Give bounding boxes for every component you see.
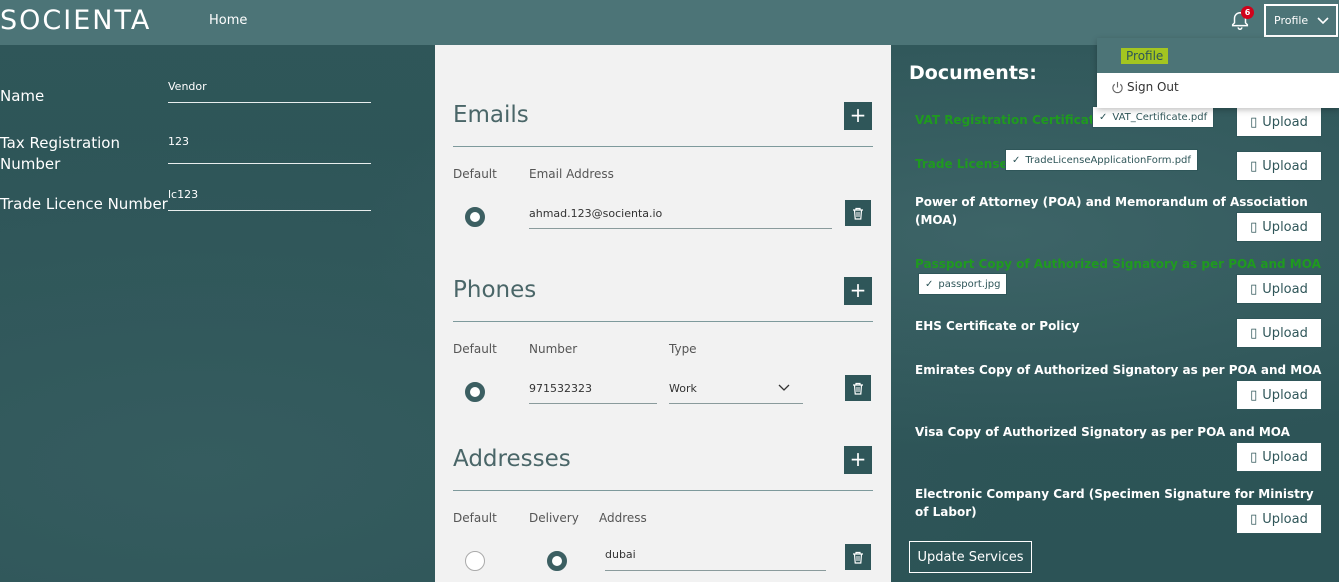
nav-home-link[interactable]: Home: [209, 13, 247, 28]
file-icon: ▯: [1250, 449, 1258, 465]
name-field[interactable]: Vendor: [168, 80, 371, 103]
file-icon: ▯: [1250, 387, 1258, 403]
upload-label: Upload: [1262, 281, 1308, 297]
phone-number-input[interactable]: 971532323: [529, 382, 657, 404]
file-name: TradeLicenseApplicationForm.pdf: [1025, 154, 1191, 166]
file-icon: ▯: [1250, 158, 1258, 174]
uploaded-file-vat[interactable]: ✓ VAT_Certificate.pdf: [1092, 106, 1215, 128]
add-email-button[interactable]: +: [844, 102, 872, 130]
dropdown-profile-label: Profile: [1121, 48, 1169, 64]
phones-title: Phones: [453, 277, 537, 303]
phones-col-type: Type: [669, 342, 697, 356]
trash-icon: [853, 207, 863, 220]
delete-phone-button[interactable]: [845, 375, 871, 401]
upload-passport-button[interactable]: ▯ Upload: [1236, 274, 1322, 304]
addresses-col-default: Default: [453, 511, 497, 525]
upload-visa-button[interactable]: ▯ Upload: [1236, 442, 1322, 472]
file-icon: ▯: [1250, 511, 1258, 527]
email-input[interactable]: ahmad.123@socienta.io: [529, 207, 832, 229]
check-icon: ✓: [925, 278, 934, 290]
tax-registration-label-line2: Number: [0, 155, 61, 173]
upload-ehs-button[interactable]: ▯ Upload: [1236, 318, 1322, 348]
upload-label: Upload: [1262, 114, 1308, 130]
emails-title: Emails: [453, 102, 529, 128]
chevron-down-icon: [1317, 17, 1329, 25]
update-services-button[interactable]: Update Services: [909, 541, 1032, 573]
trash-icon: [853, 551, 863, 564]
name-label: Name: [0, 87, 45, 105]
trade-licence-label: Trade Licence Number: [0, 195, 168, 213]
tax-registration-label-line1: Tax Registration: [0, 134, 120, 152]
chevron-down-icon: [778, 384, 790, 391]
delete-email-button[interactable]: [845, 200, 871, 226]
notification-badge: 6: [1241, 6, 1254, 19]
file-name: VAT_Certificate.pdf: [1112, 111, 1208, 123]
uploaded-file-trade-license[interactable]: ✓ TradeLicenseApplicationForm.pdf: [1005, 149, 1198, 171]
check-icon: ✓: [1099, 111, 1108, 123]
upload-label: Upload: [1262, 158, 1308, 174]
tax-registration-field[interactable]: 123: [168, 135, 371, 164]
addresses-title: Addresses: [453, 446, 571, 472]
phone-type-select[interactable]: Work: [669, 382, 803, 404]
address-default-radio[interactable]: [465, 551, 485, 571]
add-phone-button[interactable]: +: [844, 277, 872, 305]
doc-passport-label: Passport Copy of Authorized Signatory as…: [915, 257, 1321, 271]
file-icon: ▯: [1250, 325, 1258, 341]
address-delivery-radio[interactable]: [547, 551, 567, 571]
divider: [453, 321, 873, 322]
upload-label: Upload: [1262, 325, 1308, 341]
profile-dropdown: Profile Sign Out: [1097, 38, 1339, 108]
delete-address-button[interactable]: [845, 544, 871, 570]
upload-vat-button[interactable]: ▯ Upload: [1236, 107, 1322, 137]
dropdown-item-sign-out[interactable]: Sign Out: [1111, 80, 1179, 94]
check-icon: ✓: [1012, 154, 1021, 166]
power-icon: [1112, 81, 1123, 93]
emails-col-default: Default: [453, 167, 497, 181]
emails-col-email: Email Address: [529, 167, 614, 181]
socienta-logo[interactable]: SOCIENTA: [0, 5, 151, 36]
phones-col-default: Default: [453, 342, 497, 356]
doc-vat-label: VAT Registration Certificate: [915, 113, 1103, 127]
file-icon: ▯: [1250, 219, 1258, 235]
upload-poa-button[interactable]: ▯ Upload: [1236, 212, 1322, 242]
upload-emirates-button[interactable]: ▯ Upload: [1236, 380, 1322, 410]
phone-default-radio[interactable]: [465, 382, 485, 402]
profile-button-label: Profile: [1274, 14, 1309, 27]
address-input[interactable]: dubai: [605, 548, 826, 571]
add-address-button[interactable]: +: [844, 446, 872, 474]
contact-panel: Emails + Default Email Address ahmad.123…: [435, 45, 891, 582]
addresses-col-delivery: Delivery: [529, 511, 579, 525]
addresses-col-address: Address: [599, 511, 647, 525]
sign-out-label: Sign Out: [1127, 80, 1179, 94]
upload-label: Upload: [1262, 219, 1308, 235]
doc-trade-license-label: Trade License: [915, 157, 1008, 171]
divider: [453, 490, 873, 491]
uploaded-file-passport[interactable]: ✓ passport.jpg: [918, 273, 1008, 295]
file-name: passport.jpg: [938, 278, 1001, 290]
upload-company-card-button[interactable]: ▯ Upload: [1236, 504, 1322, 534]
doc-emirates-label: Emirates Copy of Authorized Signatory as…: [915, 363, 1322, 377]
phone-type-value: Work: [669, 382, 697, 395]
upload-trade-license-button[interactable]: ▯ Upload: [1236, 151, 1322, 181]
divider: [453, 146, 873, 147]
trade-licence-field[interactable]: lc123: [168, 188, 371, 211]
profile-menu-button[interactable]: Profile: [1264, 4, 1338, 37]
email-default-radio[interactable]: [465, 207, 485, 227]
trash-icon: [853, 382, 863, 395]
dropdown-item-profile[interactable]: Profile: [1097, 38, 1339, 73]
documents-title: Documents:: [909, 62, 1037, 84]
upload-label: Upload: [1262, 387, 1308, 403]
upload-label: Upload: [1262, 511, 1308, 527]
file-icon: ▯: [1250, 281, 1258, 297]
file-icon: ▯: [1250, 114, 1258, 130]
phones-col-number: Number: [529, 342, 578, 356]
doc-ehs-label: EHS Certificate or Policy: [915, 319, 1080, 333]
doc-visa-label: Visa Copy of Authorized Signatory as per…: [915, 425, 1290, 439]
upload-label: Upload: [1262, 449, 1308, 465]
